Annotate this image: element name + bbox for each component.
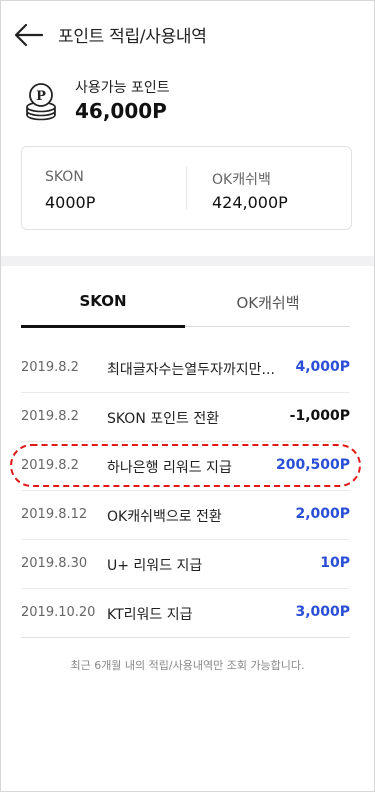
history-desc: OK캐쉬백으로 전환 bbox=[107, 509, 222, 525]
history-date: 2019.10.20 bbox=[21, 605, 96, 620]
tab-bar: SKON OK캐쉬백 bbox=[21, 280, 350, 328]
available-points-label: 사용가능 포인트 bbox=[75, 80, 170, 96]
history-date: 2019.8.2 bbox=[21, 409, 79, 424]
tab-skon[interactable]: SKON bbox=[21, 292, 185, 310]
list-item: 2019.10.20 KT리워드 지급 3,000P bbox=[21, 589, 350, 638]
history-date: 2019.8.12 bbox=[21, 507, 88, 522]
history-date: 2019.8.30 bbox=[21, 556, 88, 571]
coin-icon: P bbox=[24, 82, 58, 122]
section-separator bbox=[1, 256, 374, 266]
list-item: 2019.8.2 SKON 포인트 전환 -1,000P bbox=[21, 393, 350, 442]
history-list: 2019.8.2 최대글자수는열두자까지만... 4,000P 2019.8.2… bbox=[21, 344, 350, 638]
history-amount: 2,000P bbox=[295, 506, 350, 522]
skon-balance-label: SKON bbox=[45, 169, 84, 185]
history-amount: 10P bbox=[320, 555, 350, 571]
skon-balance-value: 4000P bbox=[45, 193, 96, 212]
active-tab-indicator bbox=[21, 325, 185, 328]
list-item: 2019.8.12 OK캐쉬백으로 전환 2,000P bbox=[21, 491, 350, 540]
tab-okcashbag[interactable]: OK캐쉬백 bbox=[186, 292, 350, 313]
history-desc: U+ 리워드 지급 bbox=[107, 558, 203, 574]
okcashbag-balance-label: OK캐쉬백 bbox=[212, 172, 271, 188]
okcashbag-balance-value: 424,000P bbox=[212, 193, 288, 212]
history-desc: SKON 포인트 전환 bbox=[107, 411, 220, 427]
footer-note: 최근 6개월 내의 적립/사용내역만 조회 가능합니다. bbox=[70, 659, 305, 672]
balance-box: SKON 4000P OK캐쉬백 424,000P bbox=[21, 146, 352, 230]
history-desc: 하나은행 리워드 지급 bbox=[107, 460, 232, 476]
header: 포인트 적립/사용내역 bbox=[0, 0, 375, 70]
available-points-value: 46,000P bbox=[75, 99, 167, 123]
history-date: 2019.8.2 bbox=[21, 458, 79, 473]
back-arrow-icon[interactable] bbox=[14, 22, 44, 48]
history-amount: -1,000P bbox=[289, 408, 350, 424]
history-amount: 200,500P bbox=[275, 457, 350, 473]
history-desc: KT리워드 지급 bbox=[107, 607, 193, 623]
list-item: 2019.8.2 최대글자수는열두자까지만... 4,000P bbox=[21, 344, 350, 393]
history-desc: 최대글자수는열두자까지만... bbox=[107, 362, 275, 378]
svg-text:P: P bbox=[36, 89, 46, 104]
page-title: 포인트 적립/사용내역 bbox=[58, 27, 207, 47]
history-amount: 4,000P bbox=[295, 359, 350, 375]
list-item: 2019.8.30 U+ 리워드 지급 10P bbox=[21, 540, 350, 589]
history-date: 2019.8.2 bbox=[21, 360, 79, 375]
balance-divider bbox=[186, 167, 187, 209]
history-amount: 3,000P bbox=[295, 604, 350, 620]
list-item: 2019.8.2 하나은행 리워드 지급 200,500P bbox=[21, 442, 350, 491]
